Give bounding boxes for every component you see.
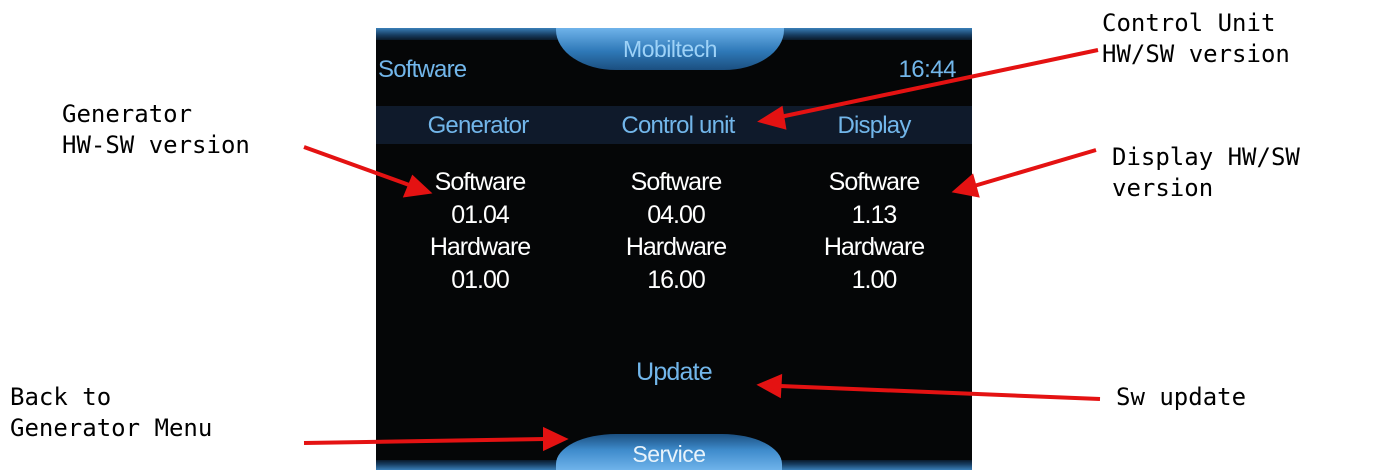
- annotation-arrows: [303, 48, 1101, 452]
- back-arrow: [303, 437, 546, 445]
- back-arrow-head: [543, 426, 569, 452]
- control-unit-arrow-head: [757, 105, 787, 130]
- display-arrow: [973, 148, 1097, 188]
- update-arrow: [779, 384, 1101, 401]
- update-arrow-head: [756, 373, 783, 399]
- generator-arrow: [303, 145, 413, 188]
- display-arrow-head: [951, 173, 980, 198]
- generator-arrow-head: [402, 174, 433, 198]
- control-unit-arrow: [779, 48, 1099, 119]
